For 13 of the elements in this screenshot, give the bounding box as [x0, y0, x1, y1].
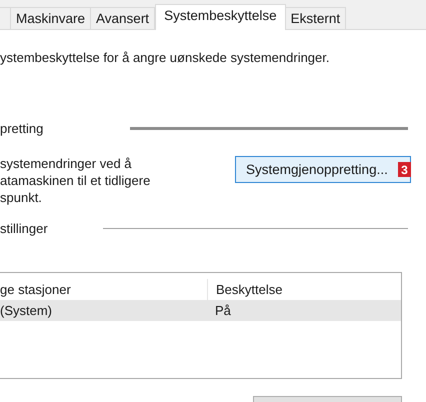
column-header[interactable]: ge stasjoner [0, 279, 207, 300]
table-row[interactable]: (System) På [0, 300, 401, 321]
group-title: pretting [0, 121, 44, 136]
description-text: ystembeskyttelse for å angre uønskede systemendringer. [0, 50, 330, 65]
group-title: stillinger [0, 221, 49, 236]
tab[interactable]: Maskinvare [11, 7, 92, 29]
table-cell-text: På [214, 303, 232, 318]
description-text: systemendringer ved å atamaskinen til et tidligere spunkt. [0, 155, 152, 206]
table-cell-text: (System) [0, 303, 53, 318]
tab[interactable]: Avansert [91, 7, 156, 29]
tab[interactable]: Eksternt [286, 7, 346, 29]
tab[interactable]: Systembeskyttelse [155, 4, 286, 30]
number-badge: 3 [398, 162, 411, 177]
